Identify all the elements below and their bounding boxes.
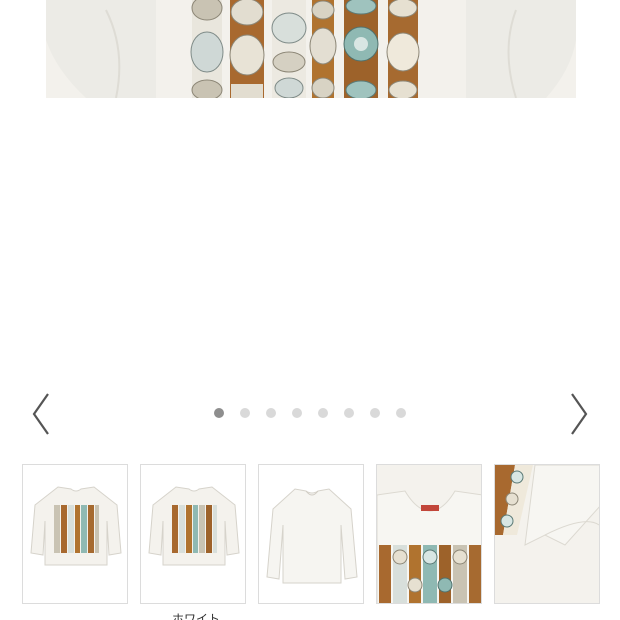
carousel-dot[interactable] — [266, 408, 276, 418]
thumbnail-caption: ホワイト — [172, 612, 221, 620]
carousel-prev-button[interactable] — [30, 392, 54, 436]
sleeve-detail-image — [495, 465, 599, 603]
thumbnail-closeup-print[interactable] — [376, 464, 482, 604]
product-gallery: ホワイト — [0, 0, 620, 620]
thumbnail-front-print[interactable] — [22, 464, 128, 604]
carousel-dot[interactable] — [240, 408, 250, 418]
thumbnail-plain-back[interactable] — [258, 464, 364, 604]
carousel-dot[interactable] — [344, 408, 354, 418]
carousel-dot[interactable] — [214, 408, 224, 418]
thumbnail-sleeve-detail[interactable] — [494, 464, 600, 604]
carousel-next-button[interactable] — [566, 392, 590, 436]
carousel-dot[interactable] — [370, 408, 380, 418]
carousel-dot[interactable] — [292, 408, 302, 418]
print-closeup-image — [377, 465, 481, 603]
chevron-right-icon — [571, 393, 588, 435]
carousel-dot[interactable] — [396, 408, 406, 418]
thumbnail-strip: ホワイト — [22, 464, 620, 620]
thumbnail-front-print-alt[interactable] — [140, 464, 246, 604]
shirt-plain-image — [266, 488, 358, 584]
main-product-image[interactable] — [46, 0, 576, 98]
chevron-left-icon — [32, 393, 49, 435]
carousel-pagination — [214, 408, 422, 418]
carousel-dot[interactable] — [318, 408, 328, 418]
shirt-front-print-image — [30, 486, 122, 566]
shirt-front-print-image — [148, 486, 240, 566]
